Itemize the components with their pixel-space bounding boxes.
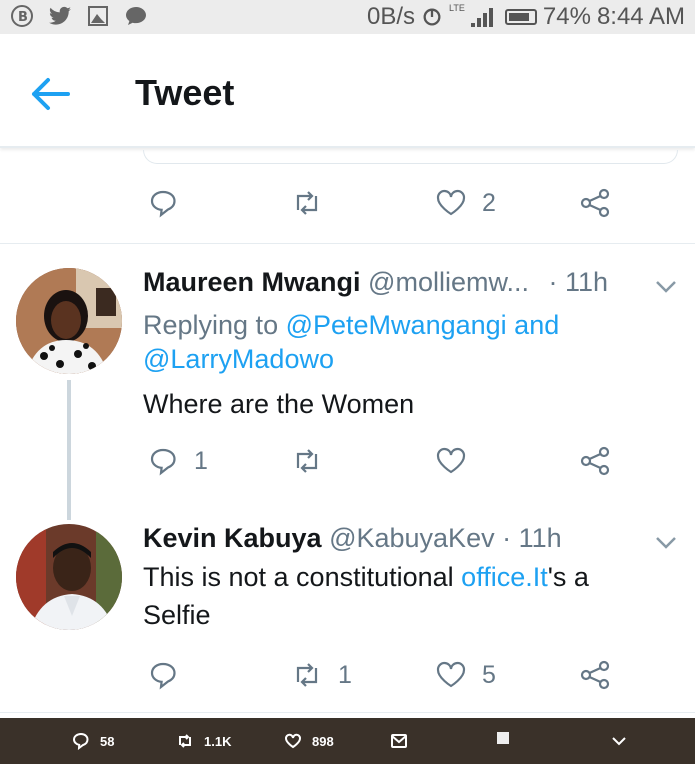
like-button[interactable]: 5 — [434, 658, 496, 692]
tweet-text: This is not a constitutional office.It's… — [143, 558, 589, 634]
retweet-icon — [296, 449, 318, 473]
notification-icons: B — [10, 4, 148, 28]
share-button[interactable] — [578, 186, 612, 220]
retweet-icon — [179, 734, 191, 748]
quoted-tweet-card[interactable] — [143, 150, 678, 164]
handle[interactable]: @KabuyaKev — [329, 523, 495, 553]
bird-icon — [49, 6, 71, 25]
thread-connector — [67, 380, 71, 520]
bottom-retweet-button[interactable]: 1.1K — [176, 732, 231, 750]
chat-bubble-icon — [126, 7, 146, 25]
display-name[interactable]: Kevin Kabuya — [143, 523, 322, 553]
reply-button[interactable] — [146, 658, 180, 692]
reply-icon — [150, 190, 176, 218]
image-icon — [88, 6, 108, 26]
back-arrow-icon[interactable] — [28, 76, 72, 112]
heart-icon — [436, 661, 466, 688]
like-count: 5 — [482, 660, 496, 689]
battery-icon — [504, 9, 537, 25]
retweet-count: 1 — [338, 660, 352, 689]
bottom-like-count: 898 — [312, 733, 334, 749]
page-title: Tweet — [135, 72, 235, 113]
inline-link[interactable]: office.It — [461, 562, 548, 592]
replying-to: Replying to @PeteMwangangi and @LarryMad… — [143, 308, 559, 376]
bottom-reply-button[interactable]: 58 — [72, 732, 114, 750]
share-button[interactable] — [578, 444, 612, 478]
tweet-text: Where are the Women — [143, 389, 415, 419]
handle[interactable]: @molliemw... — [368, 267, 529, 297]
reply-button[interactable]: 1 — [146, 444, 208, 478]
retweet-button[interactable] — [290, 444, 324, 478]
and-text: and — [514, 310, 560, 340]
svg-text:B: B — [18, 10, 28, 25]
b-circle-icon: B — [11, 5, 33, 27]
reply-icon — [150, 662, 176, 690]
like-button[interactable] — [434, 444, 468, 478]
chevron-down-icon[interactable] — [655, 280, 677, 294]
bottom-like-button[interactable]: 898 — [284, 732, 334, 750]
like-count: 2 — [482, 188, 496, 217]
retweet-icon — [296, 663, 318, 687]
share-icon — [580, 446, 610, 476]
share-button[interactable] — [578, 658, 612, 692]
bottom-dm-button[interactable] — [390, 732, 408, 750]
signal-icon — [470, 7, 493, 27]
bottom-square-button[interactable] — [497, 732, 509, 744]
retweet-button[interactable] — [290, 186, 324, 220]
share-icon — [580, 188, 610, 218]
text-segment: 's a — [547, 562, 589, 592]
retweet-button[interactable]: 1 — [290, 658, 352, 692]
tweet-header: Maureen Mwangi @molliemw... · 11h — [143, 267, 608, 298]
avatar[interactable] — [16, 524, 122, 630]
mention-link[interactable]: @LarryMadowo — [143, 344, 334, 374]
timestamp[interactable]: · 11h — [502, 523, 562, 553]
chevron-down-icon[interactable] — [655, 536, 677, 550]
timestamp[interactable]: · 11h — [549, 267, 609, 297]
top-app-bar: Tweet — [0, 34, 695, 148]
text-segment: This is not a constitutional — [143, 562, 462, 592]
heart-icon — [436, 447, 466, 474]
heart-icon — [285, 733, 301, 749]
data-saver-icon — [423, 8, 441, 26]
reply-icon — [72, 732, 89, 750]
mention-link[interactable]: @PeteMwangangi — [286, 310, 507, 340]
bottom-engagement-bar: 58 1.1K 898 — [0, 718, 695, 764]
display-name[interactable]: Maureen Mwangi — [143, 267, 361, 297]
bottom-reply-count: 58 — [100, 733, 115, 749]
like-button[interactable]: 2 — [434, 186, 496, 220]
tweet-header: Kevin Kabuya @KabuyaKev · 11h — [143, 523, 562, 554]
bottom-chevron-button[interactable] — [610, 732, 628, 750]
square-icon — [497, 732, 509, 744]
battery-level: 74% — [542, 3, 591, 30]
text-segment: Selfie — [143, 600, 211, 630]
reply-button[interactable] — [146, 186, 180, 220]
replying-prefix: Replying to — [143, 310, 279, 340]
share-icon — [580, 660, 610, 690]
avatar[interactable] — [16, 268, 122, 374]
retweet-icon — [296, 191, 318, 215]
bottom-retweet-count: 1.1K — [204, 733, 232, 749]
network-speed: 0B/s — [367, 3, 416, 30]
status-right: 0B/s LTE 74% 8:44 AM — [367, 3, 685, 31]
heart-icon — [436, 189, 466, 216]
status-bar: B 0B/s LTE 74% 8:44 AM — [0, 0, 695, 34]
divider — [0, 243, 695, 244]
network-type: LTE — [449, 3, 465, 13]
clock: 8:44 AM — [596, 3, 685, 30]
chevron-down-icon — [612, 737, 626, 746]
divider — [0, 712, 695, 713]
envelope-icon — [391, 734, 407, 748]
reply-icon — [150, 448, 176, 476]
reply-count: 1 — [194, 446, 208, 475]
